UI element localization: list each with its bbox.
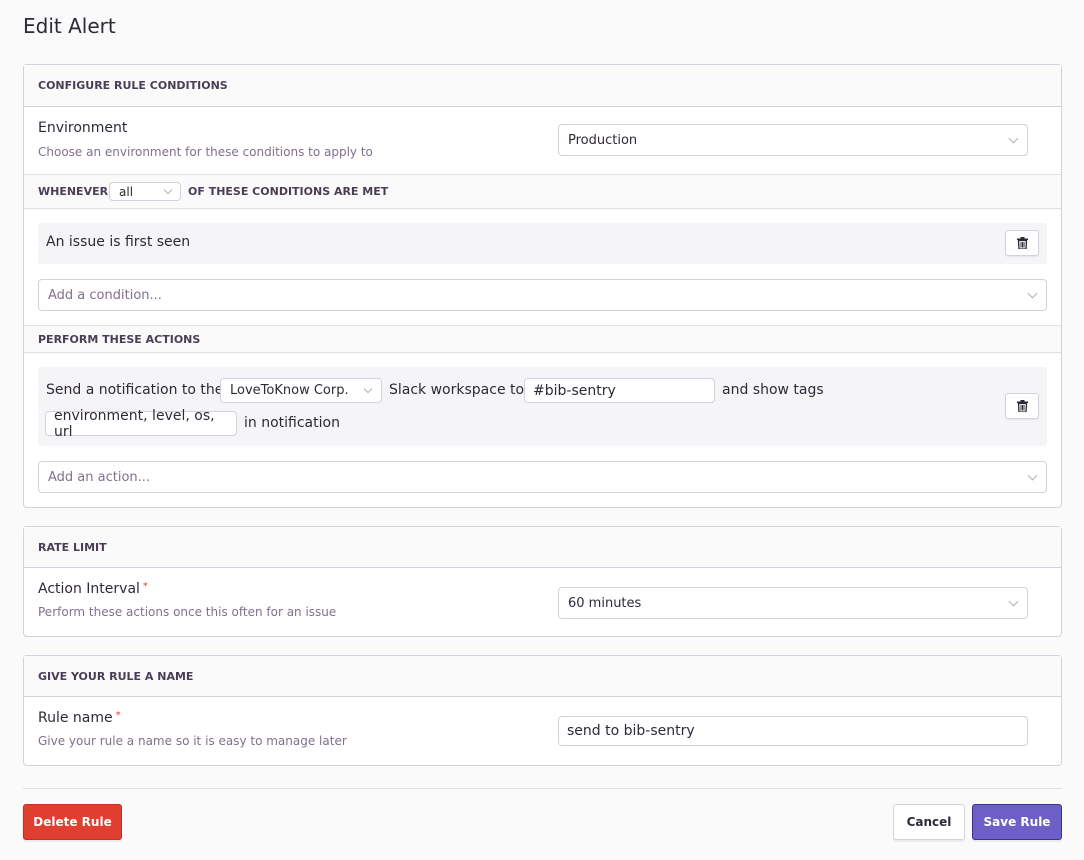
whenever-suffix: OF THESE CONDITIONS ARE MET <box>188 185 389 198</box>
trash-icon <box>1016 400 1028 412</box>
required-indicator: * <box>142 581 148 592</box>
rule-name-label-text: Rule name <box>38 710 113 726</box>
environment-select-value: Production <box>568 132 638 148</box>
condition-text: An issue is first seen <box>46 234 191 250</box>
actions-header: PERFORM THESE ACTIONS <box>24 325 1061 353</box>
chevron-down-icon <box>1008 596 1019 607</box>
rule-name-value: send to bib-sentry <box>567 723 695 739</box>
action-row: Send a notification to the LoveToKnow Co… <box>38 367 1047 446</box>
match-select-value: all <box>119 184 134 199</box>
delete-action-button[interactable] <box>1005 393 1039 419</box>
chevron-down-icon <box>363 384 373 393</box>
rule-name-help: Give your rule a name so it is easy to m… <box>38 734 347 748</box>
add-condition-placeholder: Add a condition... <box>48 287 162 303</box>
footer-divider <box>23 788 1062 789</box>
actions-header-title: PERFORM THESE ACTIONS <box>38 333 201 346</box>
action-interval-label: Action Interval * <box>38 581 148 597</box>
tags-value: environment, level, os, url <box>54 407 215 440</box>
panel-header-title: CONFIGURE RULE CONDITIONS <box>38 79 228 92</box>
rule-conditions-panel: CONFIGURE RULE CONDITIONS Environment Ch… <box>23 64 1062 508</box>
slack-channel-value: #bib-sentry <box>533 382 616 399</box>
environment-label: Environment <box>38 120 128 136</box>
action-text-3: and show tags <box>722 382 824 398</box>
rule-name-label: Rule name * <box>38 710 121 726</box>
trash-icon <box>1016 237 1028 249</box>
panel-header-title: GIVE YOUR RULE A NAME <box>38 669 194 683</box>
chevron-down-icon <box>163 185 173 194</box>
panel-header-rule-name: GIVE YOUR RULE A NAME <box>24 656 1061 697</box>
action-text-1: Send a notification to the <box>46 382 224 398</box>
slack-workspace-value: LoveToKnow Corp. <box>230 383 349 398</box>
required-indicator: * <box>115 710 121 721</box>
add-action-placeholder: Add an action... <box>48 469 151 485</box>
page-title: Edit Alert <box>23 14 116 38</box>
add-condition-select[interactable]: Add a condition... <box>38 279 1047 311</box>
match-select[interactable]: all <box>109 182 181 201</box>
panel-header-conditions: CONFIGURE RULE CONDITIONS <box>24 65 1061 107</box>
rule-name-input[interactable]: send to bib-sentry <box>558 716 1028 746</box>
chevron-down-icon <box>1008 133 1019 144</box>
action-interval-value: 60 minutes <box>568 595 642 611</box>
slack-workspace-select[interactable]: LoveToKnow Corp. <box>220 378 382 403</box>
action-interval-label-text: Action Interval <box>38 581 140 597</box>
action-text-4: in notification <box>244 415 340 431</box>
action-interval-help: Perform these actions once this often fo… <box>38 605 337 619</box>
whenever-prefix: WHENEVER <box>38 185 109 198</box>
environment-help: Choose an environment for these conditio… <box>38 145 373 159</box>
add-action-select[interactable]: Add an action... <box>38 461 1047 493</box>
rule-name-panel: GIVE YOUR RULE A NAME Rule name * Give yo… <box>23 655 1062 766</box>
rate-limit-panel: RATE LIMIT Action Interval * Perform thes… <box>23 526 1062 637</box>
action-interval-select[interactable]: 60 minutes <box>558 587 1028 619</box>
save-rule-button[interactable]: Save Rule <box>972 804 1062 840</box>
slack-channel-input[interactable]: #bib-sentry <box>524 378 715 403</box>
condition-row: An issue is first seen <box>38 223 1047 264</box>
panel-header-rate-limit: RATE LIMIT <box>24 527 1061 568</box>
chevron-down-icon <box>1027 288 1038 299</box>
chevron-down-icon <box>1027 470 1038 481</box>
cancel-button[interactable]: Cancel <box>893 804 965 840</box>
delete-condition-button[interactable] <box>1005 230 1039 256</box>
whenever-bar: WHENEVER all OF THESE CONDITIONS ARE MET <box>24 174 1061 209</box>
tags-input[interactable]: environment, level, os, url <box>45 408 237 440</box>
environment-select[interactable]: Production <box>558 124 1028 156</box>
delete-rule-button[interactable]: Delete Rule <box>23 804 122 840</box>
panel-header-title: RATE LIMIT <box>38 540 107 554</box>
action-text-2: Slack workspace to <box>389 382 525 398</box>
